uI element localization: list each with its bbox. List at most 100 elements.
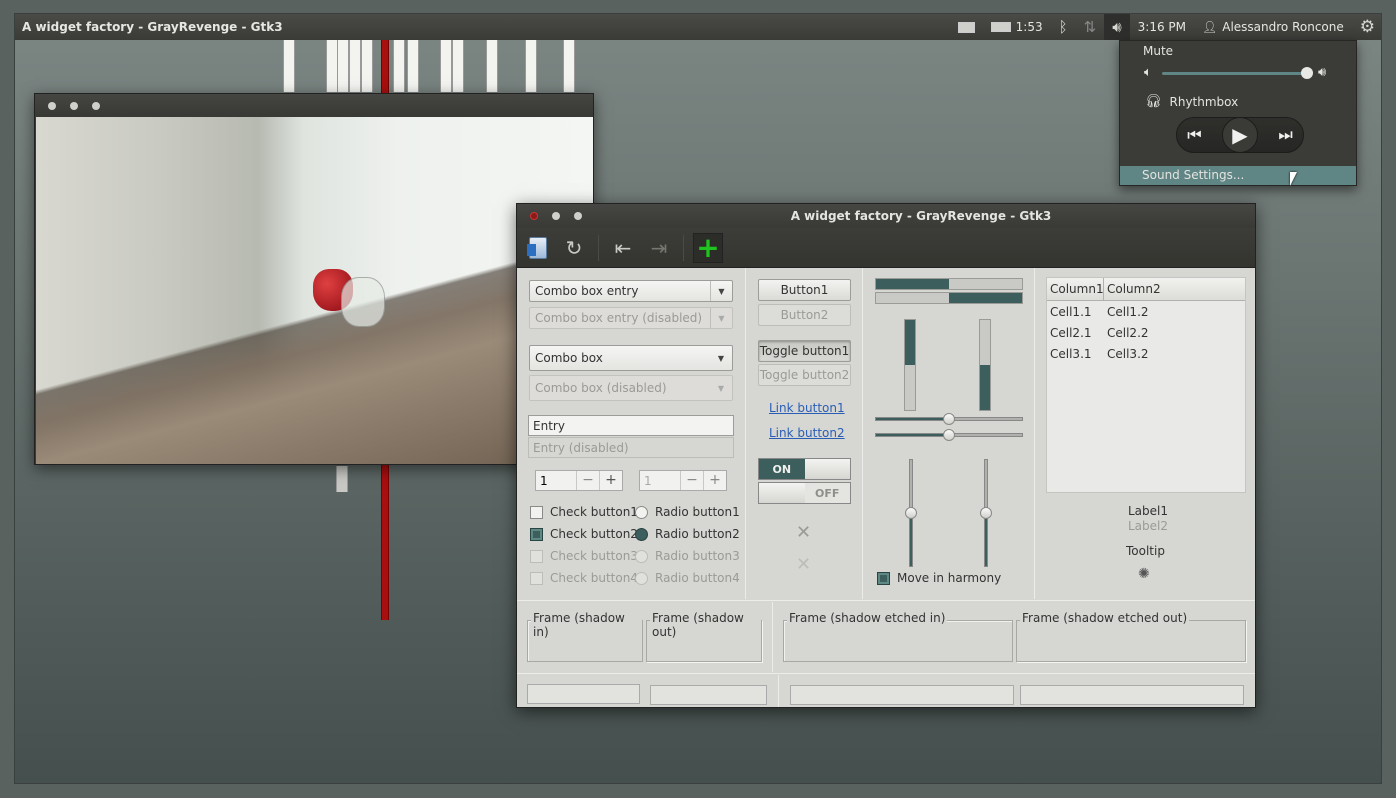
table-row[interactable]: Cell1.1 Cell1.2 (1047, 301, 1245, 322)
check-label: Move in harmony (897, 571, 1002, 585)
progress-fill (949, 293, 1022, 303)
network-indicator[interactable]: ⇅ (1076, 14, 1105, 40)
gear-icon: ⚙ (1359, 16, 1375, 37)
minimize-icon[interactable] (70, 101, 78, 110)
tree-view[interactable]: Column1 Column2 Cell1.1 Cell1.2 Cell2.1 Ce… (1046, 277, 1246, 493)
vertical-scale-1[interactable] (905, 459, 917, 567)
scale-knob[interactable] (980, 507, 992, 519)
session-indicator[interactable]: ⚙ (1352, 14, 1381, 40)
radio-button-1[interactable]: Radio button1 (635, 505, 740, 519)
vertical-progress-1 (904, 319, 916, 411)
bg-stripe (283, 40, 295, 92)
volume-slider-knob[interactable] (1301, 67, 1314, 79)
chevron-down-icon[interactable]: ▼ (710, 281, 732, 301)
check-button-2[interactable]: Check button2 (530, 527, 638, 541)
network-icon: ⇅ (1083, 17, 1097, 36)
photo-window-titlebar[interactable] (35, 94, 593, 117)
progress-fill (876, 279, 949, 289)
frame-shadow-in: Frame (shadow in) (527, 611, 643, 662)
messaging-indicator[interactable] (950, 14, 983, 40)
close-icon[interactable] (530, 212, 538, 220)
plus-icon[interactable]: + (599, 471, 622, 490)
combo-box[interactable]: Combo box ▼ (529, 345, 733, 371)
table-cell: Cell1.1 (1050, 304, 1092, 319)
bg-stripe (349, 40, 361, 92)
spin-button[interactable]: 1 − + (535, 470, 623, 491)
combo-box-entry-disabled-text: Combo box entry (disabled) (535, 311, 703, 325)
sound-menu: Mute 🔈︎ 🔊︎ 🎧︎ Rhythmbox ⏮ ▶ ⏭ Sound Sett… (1119, 40, 1357, 186)
scale-knob[interactable] (943, 413, 955, 425)
notebook-tabs[interactable] (527, 684, 640, 704)
clock: 3:16 PM (1137, 20, 1186, 34)
checkbox-checked[interactable] (530, 527, 543, 541)
bg-stripe (393, 40, 405, 92)
spin-value-disabled: 1 (644, 473, 652, 488)
active-window-title: A widget factory - GrayRevenge - Gtk3 (22, 20, 283, 34)
table-row[interactable]: Cell2.1 Cell2.2 (1047, 322, 1245, 343)
entry-disabled-text: Entry (disabled) (533, 440, 629, 455)
check-button-4: Check button4 (530, 571, 638, 585)
vertical-scale-2[interactable] (980, 459, 992, 567)
radio-button-2[interactable]: Radio button2 (635, 527, 740, 541)
headphones-icon: 🎧︎ (1145, 94, 1162, 109)
bg-stripe (407, 40, 419, 92)
new-button[interactable] (523, 233, 553, 263)
clock-indicator[interactable]: 3:16 PM (1130, 14, 1194, 40)
combo-box-entry[interactable]: Combo box entry ▼ (529, 280, 733, 302)
progress-fill (980, 365, 990, 410)
entry-text: Entry (533, 418, 565, 433)
scale-knob[interactable] (943, 429, 955, 441)
checkbox-checked[interactable] (877, 571, 890, 585)
radio[interactable] (635, 505, 648, 519)
entry-field-disabled: Entry (disabled) (528, 437, 734, 458)
button-1[interactable]: Button1 (758, 279, 851, 301)
link-button-1[interactable]: Link button1 (769, 401, 845, 415)
sound-indicator[interactable]: 🔊︎ (1104, 14, 1130, 40)
maximize-icon[interactable] (574, 212, 582, 220)
next-icon[interactable]: ⏭ (1278, 125, 1292, 145)
horizontal-scale-2[interactable] (875, 429, 1023, 441)
frame-title: Frame (shadow etched in) (787, 611, 948, 625)
tooltip-label[interactable]: Tooltip (1126, 544, 1165, 558)
checkbox[interactable] (530, 505, 543, 519)
bluetooth-indicator[interactable]: ᛒ (1051, 14, 1076, 40)
switch-on[interactable]: ON (758, 458, 851, 480)
user-indicator[interactable]: 👤︎ Alessandro Roncone (1194, 14, 1352, 40)
column-header-1[interactable]: Column1 (1047, 278, 1104, 300)
entry-field[interactable]: Entry (528, 415, 734, 436)
refresh-button[interactable]: ↻ (559, 233, 589, 263)
column-separator (745, 268, 746, 599)
minimize-icon[interactable] (552, 212, 560, 220)
radio (635, 549, 648, 563)
wf-titlebar[interactable]: A widget factory - GrayRevenge - Gtk3 (517, 204, 1255, 228)
minus-icon[interactable]: − (576, 471, 599, 490)
top-panel: A widget factory - GrayRevenge - Gtk3 1:… (15, 14, 1381, 40)
horizontal-scale-1[interactable] (875, 413, 1023, 425)
mail-icon (957, 21, 975, 33)
scale-knob[interactable] (905, 507, 917, 519)
bg-stripe (486, 40, 498, 92)
check-button-1[interactable]: Check button1 (530, 505, 638, 519)
radio-button-3: Radio button3 (635, 549, 740, 563)
mute-menu-item[interactable]: Mute (1143, 44, 1173, 58)
maximize-icon[interactable] (92, 101, 100, 110)
close-icon[interactable] (48, 101, 56, 110)
link-button-2[interactable]: Link button2 (769, 426, 845, 440)
play-icon[interactable]: ▶ (1221, 117, 1258, 153)
radio-button-4: Radio button4 (635, 571, 740, 585)
previous-icon[interactable]: ⏮ (1187, 125, 1201, 145)
close-icon[interactable]: ✕ (796, 522, 811, 543)
volume-slider[interactable] (1162, 67, 1314, 79)
check-label: Check button4 (550, 571, 638, 585)
battery-indicator[interactable]: 1:53 (983, 14, 1051, 40)
radio-selected[interactable] (635, 527, 648, 541)
column-header-2[interactable]: Column2 (1104, 278, 1245, 300)
forward-button[interactable]: ⇥ (644, 233, 674, 263)
add-button[interactable]: + (693, 231, 723, 264)
toggle-button-1[interactable]: Toggle button1 (758, 340, 851, 362)
sound-settings-item[interactable]: Sound Settings... (1120, 166, 1356, 185)
move-in-harmony-check[interactable]: Move in harmony (877, 571, 1001, 585)
back-button[interactable]: ⇤ (608, 233, 638, 263)
table-row[interactable]: Cell3.1 Cell3.2 (1047, 343, 1245, 364)
player-item[interactable]: 🎧︎ Rhythmbox (1145, 94, 1238, 109)
